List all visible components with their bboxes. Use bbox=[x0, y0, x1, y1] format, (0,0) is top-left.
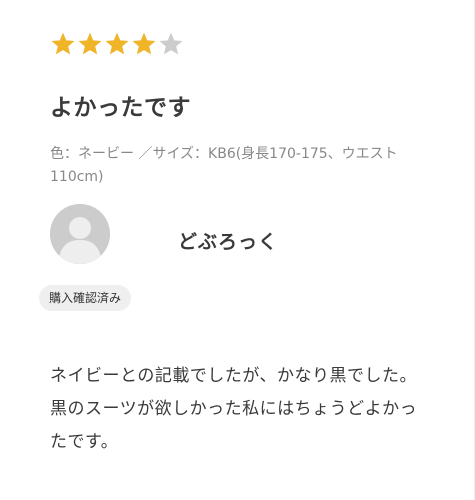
default-user-avatar-icon bbox=[50, 204, 110, 264]
review-card: よかったです 色：ネービー ／サイズ：KB6(身長170-175、ウエスト110… bbox=[0, 0, 475, 500]
review-title: よかったです bbox=[50, 95, 191, 121]
verified-purchase-badge: 購入確認済み bbox=[39, 285, 132, 311]
star-empty-icon bbox=[159, 32, 183, 55]
star-filled-icon bbox=[132, 32, 156, 55]
star-filled-icon bbox=[51, 32, 75, 55]
review-body: ネイビーとの記載でしたが、かなり黒でした。黒のスーツが欲しかった私にはちょうどよ… bbox=[50, 366, 418, 452]
star-filled-icon bbox=[78, 32, 102, 55]
purchased-variant: 色：ネービー ／サイズ：KB6(身長170-175、ウエスト110cm) bbox=[50, 146, 398, 185]
star-filled-icon bbox=[105, 32, 129, 55]
star-rating bbox=[50, 31, 184, 57]
reviewer-name: どぶろっく bbox=[178, 231, 279, 253]
